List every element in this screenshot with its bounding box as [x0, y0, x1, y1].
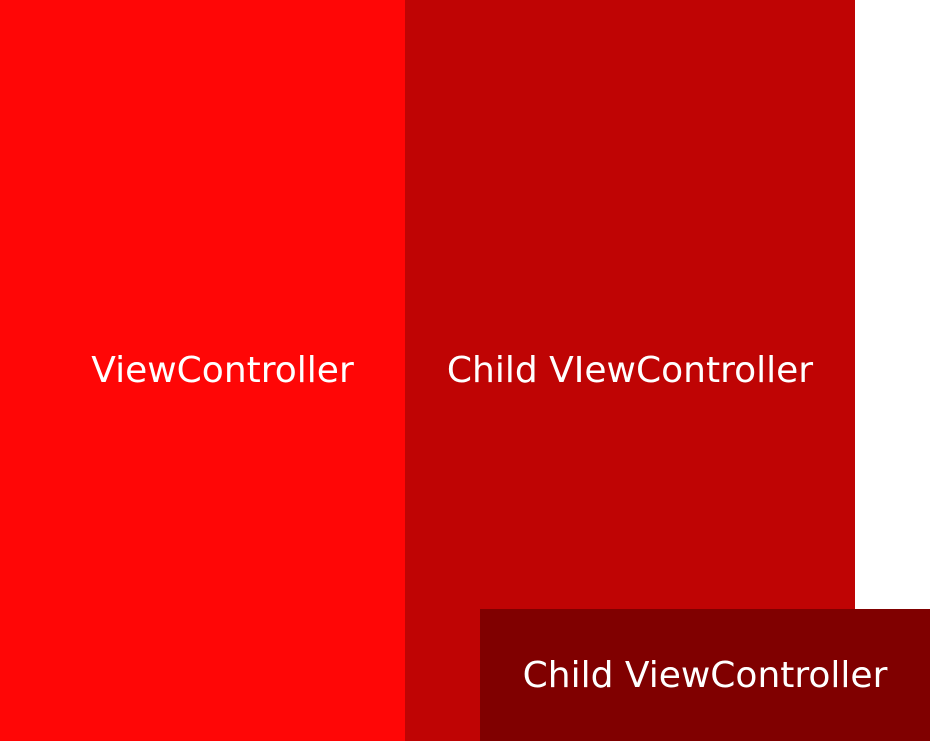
nested-child-view-controller-panel: Child ViewController [480, 609, 930, 741]
view-controller-panel: ViewController [0, 0, 405, 741]
view-controller-label: ViewController [91, 350, 354, 391]
diagram-canvas: ViewController Child VIewController Chil… [0, 0, 930, 741]
child-view-controller-label: Child VIewController [446, 350, 814, 391]
nested-child-view-controller-label: Child ViewController [522, 654, 888, 696]
